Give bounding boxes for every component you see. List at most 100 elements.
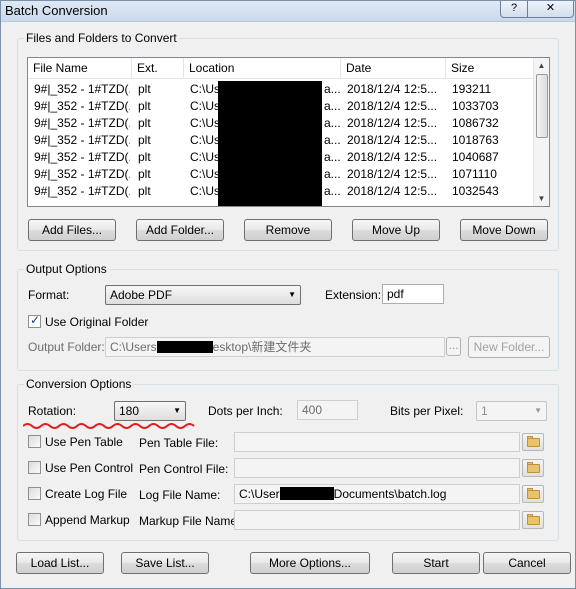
file-list-header: File Name Ext. Location Date Size: [28, 58, 535, 79]
file-size-cell: 1018763: [452, 133, 499, 147]
column-ext[interactable]: Ext.: [132, 58, 184, 78]
file-list-scrollbar[interactable]: ▲ ▼: [533, 58, 549, 206]
dots-per-inch-label: Dots per Inch:: [208, 404, 283, 418]
output-folder-prefix: C:\Users: [110, 340, 157, 354]
log-file-name-input[interactable]: C:\User Documents\batch.log: [234, 484, 520, 504]
use-pen-table-checkbox[interactable]: [28, 435, 41, 448]
extension-input[interactable]: pdf: [382, 284, 444, 304]
file-ext-cell: plt: [138, 133, 151, 147]
log-file-name-label: Log File Name:: [139, 488, 221, 502]
file-date-cell: 2018/12/4 12:5...: [347, 133, 438, 147]
save-list-button[interactable]: Save List...: [121, 552, 209, 574]
file-location-tail: a...: [324, 150, 341, 164]
output-folder-suffix: esktop\新建文件夹: [212, 340, 312, 354]
output-folder-input[interactable]: C:\Users esktop\新建文件夹: [105, 337, 445, 357]
file-size-cell: 1086732: [452, 116, 499, 130]
bits-per-pixel-dropdown[interactable]: 1 ▼: [476, 401, 547, 421]
format-label: Format:: [28, 288, 70, 302]
folder-icon: [527, 438, 540, 447]
more-options-button[interactable]: More Options...: [250, 552, 370, 574]
file-location-cell: C:\Us: [190, 184, 220, 198]
file-name-cell: 9#|_352 - 1#TZD(...: [34, 99, 130, 113]
markup-file-name-label: Markup File Name:: [139, 514, 241, 528]
folder-icon: [527, 490, 540, 499]
dots-per-inch-input[interactable]: 400: [297, 400, 358, 420]
file-list[interactable]: File Name Ext. Location Date Size 9#|_35…: [27, 57, 550, 207]
browse-folder-button[interactable]: ...: [446, 337, 461, 356]
log-file-prefix: C:\User: [239, 487, 280, 501]
bits-per-pixel-label: Bits per Pixel:: [390, 404, 464, 418]
file-size-cell: 1032543: [452, 184, 499, 198]
new-folder-button[interactable]: New Folder...: [468, 336, 550, 358]
pen-control-browse-button[interactable]: [522, 459, 544, 477]
rotation-dropdown[interactable]: 180 ▼: [114, 401, 186, 421]
log-file-browse-button[interactable]: [522, 485, 544, 503]
file-size-cell: 1040687: [452, 150, 499, 164]
file-location-tail: a...: [324, 116, 341, 130]
file-ext-cell: plt: [138, 99, 151, 113]
file-location-cell: C:\Us: [190, 99, 220, 113]
create-log-file-checkbox[interactable]: [28, 487, 41, 500]
extension-label: Extension:: [325, 288, 382, 302]
markup-file-name-input[interactable]: [234, 510, 520, 530]
move-up-button[interactable]: Move Up: [352, 219, 440, 241]
file-location-tail: a...: [324, 99, 341, 113]
bits-per-pixel-value: 1: [481, 404, 488, 418]
append-markup-checkbox[interactable]: [28, 513, 41, 526]
pen-table-browse-button[interactable]: [522, 433, 544, 451]
file-ext-cell: plt: [138, 184, 151, 198]
file-location-cell: C:\Us: [190, 150, 220, 164]
format-dropdown[interactable]: Adobe PDF ▼: [105, 285, 301, 305]
column-location[interactable]: Location: [184, 58, 341, 78]
append-markup-label: Append Markup: [45, 513, 130, 527]
load-list-button[interactable]: Load List...: [16, 552, 104, 574]
file-location-tail: a...: [324, 133, 341, 147]
file-size-cell: 1033703: [452, 99, 499, 113]
move-down-button[interactable]: Move Down: [460, 219, 548, 241]
batch-conversion-dialog: Batch Conversion ? ✕ Files and Folders t…: [0, 0, 576, 589]
use-original-folder-label: Use Original Folder: [45, 315, 149, 329]
chevron-down-icon: ▼: [173, 406, 181, 415]
start-button[interactable]: Start: [392, 552, 480, 574]
pen-control-file-input[interactable]: [234, 458, 520, 478]
output-folder-label: Output Folder:: [28, 340, 105, 354]
redaction-block: [218, 81, 322, 206]
create-log-file-label: Create Log File: [45, 487, 128, 501]
file-date-cell: 2018/12/4 12:5...: [347, 99, 438, 113]
use-pen-control-checkbox[interactable]: [28, 461, 41, 474]
chevron-down-icon: ▼: [288, 290, 296, 299]
file-name-cell: 9#|_352 - 1#TZD(...: [34, 150, 130, 164]
file-date-cell: 2018/12/4 12:5...: [347, 184, 438, 198]
file-size-cell: 193211: [452, 82, 492, 96]
column-date[interactable]: Date: [341, 58, 446, 78]
add-folder-button[interactable]: Add Folder...: [136, 219, 224, 241]
remove-button[interactable]: Remove: [244, 219, 332, 241]
file-name-cell: 9#|_352 - 1#TZD(...: [34, 116, 130, 130]
file-ext-cell: plt: [138, 82, 151, 96]
use-original-folder-checkbox[interactable]: ✓: [28, 313, 41, 328]
rotation-label: Rotation:: [28, 404, 77, 418]
scroll-thumb[interactable]: [536, 74, 548, 138]
file-location-tail: a...: [324, 167, 341, 181]
files-group-label: Files and Folders to Convert: [24, 31, 179, 45]
scroll-down-arrow-icon[interactable]: ▼: [534, 191, 549, 206]
file-location-cell: C:\Us: [190, 167, 220, 181]
add-files-button[interactable]: Add Files...: [28, 219, 116, 241]
file-ext-cell: plt: [138, 150, 151, 164]
cancel-button[interactable]: Cancel: [483, 552, 571, 574]
file-name-cell: 9#|_352 - 1#TZD(...: [34, 167, 130, 181]
column-file-name[interactable]: File Name: [28, 58, 132, 78]
file-size-cell: 1071110: [452, 167, 497, 181]
format-value: Adobe PDF: [110, 288, 173, 302]
help-button[interactable]: ?: [500, 1, 528, 18]
output-options-label: Output Options: [24, 262, 109, 276]
scroll-up-arrow-icon[interactable]: ▲: [534, 58, 549, 73]
pen-table-file-input[interactable]: [234, 432, 520, 452]
close-button[interactable]: ✕: [527, 1, 574, 18]
file-date-cell: 2018/12/4 12:5...: [347, 116, 438, 130]
file-name-cell: 9#|_352 - 1#TZD(...: [34, 184, 130, 198]
conversion-options-label: Conversion Options: [24, 377, 134, 391]
column-size[interactable]: Size: [446, 58, 535, 78]
markup-file-browse-button[interactable]: [522, 511, 544, 529]
redaction-block: [156, 341, 213, 353]
